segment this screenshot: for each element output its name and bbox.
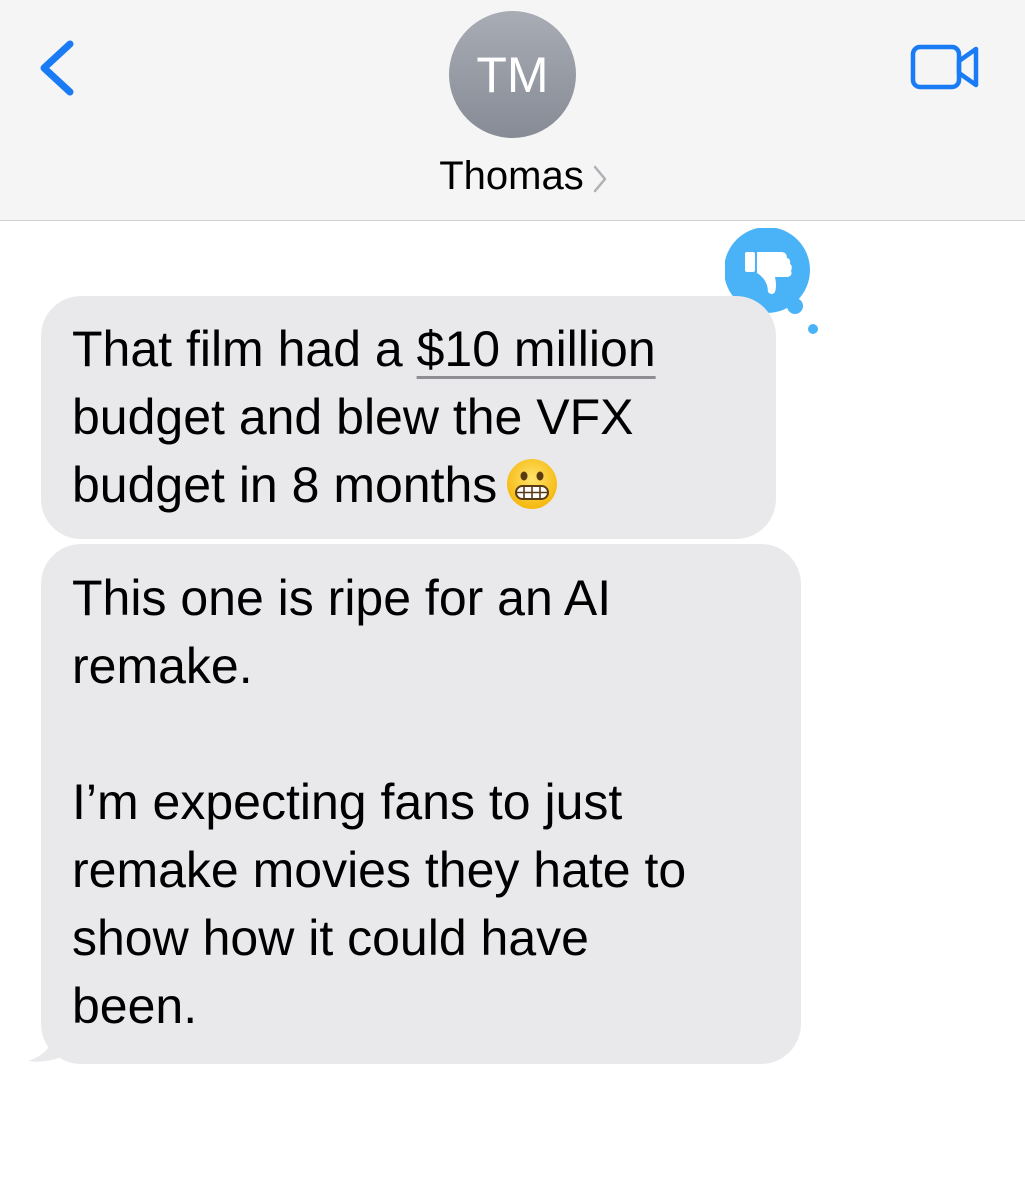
message-line: remake movies they hate to [72,842,687,898]
contact-name-button[interactable]: Thomas [0,150,1025,202]
conversation-header: TM Thomas [0,0,1025,221]
message-line: I’m expecting fans to just [72,774,623,830]
message-line: been. [72,978,198,1034]
detected-money-link[interactable]: $10 million [417,321,656,377]
contact-initials: TM [476,46,549,103]
chevron-left-icon [40,40,74,96]
message-line: budget in 8 months [72,451,746,519]
facetime-video-button[interactable] [905,40,985,95]
contact-avatar[interactable]: TM [449,11,576,138]
message-line: budget and blew the VFX [72,389,634,445]
message-line: remake. [72,638,253,694]
back-button[interactable] [30,38,90,98]
contact-name: Thomas [439,153,584,198]
message-line: That film had a $10 million [72,321,656,377]
message-line: This one is ripe for an AI [72,570,612,626]
bubble-tail [28,1030,70,1062]
message-line: show how it could have [72,910,589,966]
grimacing-face-icon [507,458,558,509]
chevron-right-icon [593,165,606,193]
messages-conversation-screen: TM Thomas That film had a $10 million bu… [0,0,1025,1200]
incoming-message-bubble[interactable]: That film had a $10 million budget and b… [41,296,776,539]
incoming-message-bubble[interactable]: This one is ripe for an AI remake. I’m e… [41,544,801,1064]
video-camera-icon [910,44,979,90]
